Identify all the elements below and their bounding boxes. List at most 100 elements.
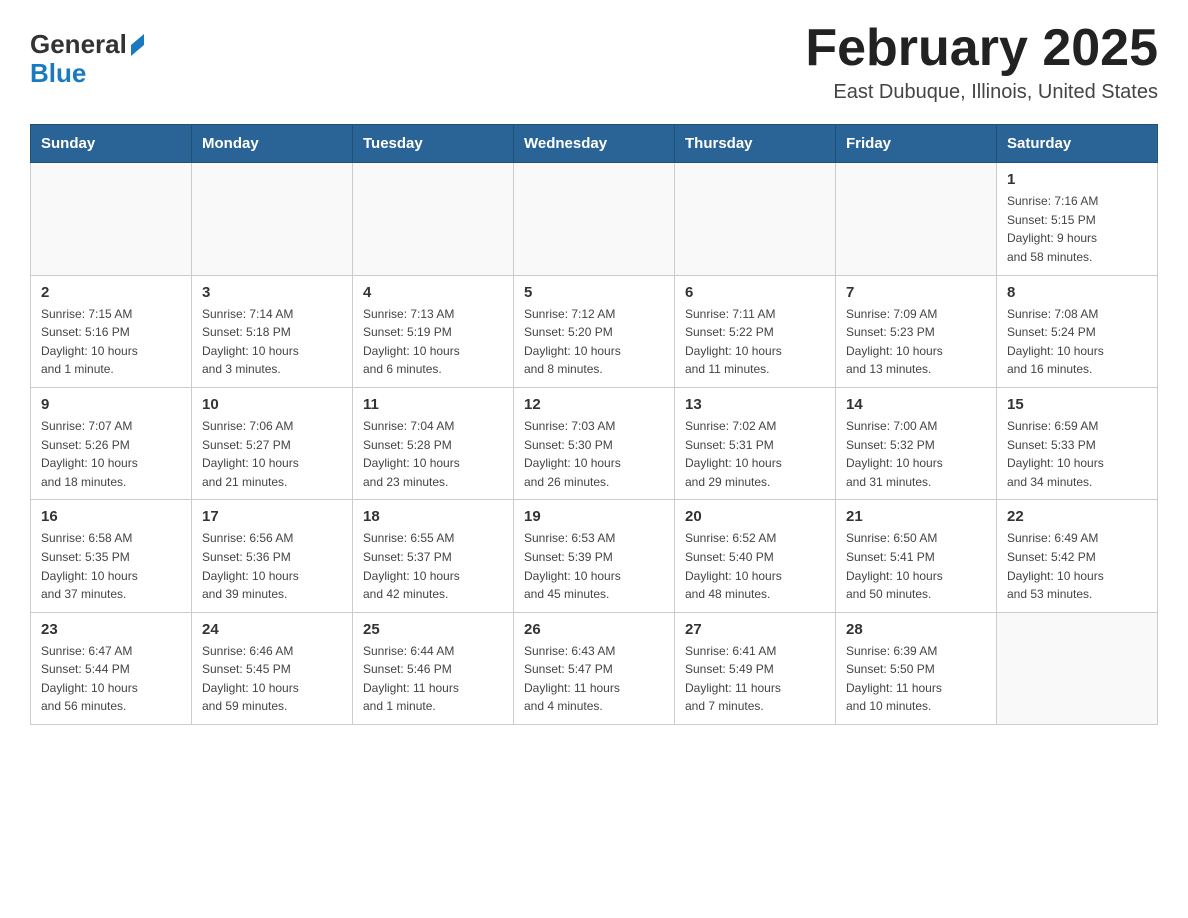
week-row-5: 23 Sunrise: 6:47 AM Sunset: 5:44 PM Dayli… <box>31 612 1158 724</box>
day-info: Sunrise: 6:44 AM Sunset: 5:46 PM Dayligh… <box>363 642 503 716</box>
day-number: 21 <box>846 508 986 525</box>
day-info: Sunrise: 7:07 AM Sunset: 5:26 PM Dayligh… <box>41 417 181 491</box>
logo-text-general: General <box>30 30 127 59</box>
table-row: 7 Sunrise: 7:09 AM Sunset: 5:23 PM Daylig… <box>836 275 997 387</box>
calendar-table: Sunday Monday Tuesday Wednesday Thursday… <box>30 124 1158 725</box>
month-title: February 2025 <box>805 20 1158 77</box>
day-number: 28 <box>846 621 986 638</box>
day-info: Sunrise: 6:46 AM Sunset: 5:45 PM Dayligh… <box>202 642 342 716</box>
table-row: 13 Sunrise: 7:02 AM Sunset: 5:31 PM Dayli… <box>675 387 836 499</box>
day-number: 13 <box>685 396 825 413</box>
day-number: 14 <box>846 396 986 413</box>
day-info: Sunrise: 6:52 AM Sunset: 5:40 PM Dayligh… <box>685 529 825 603</box>
day-info: Sunrise: 7:06 AM Sunset: 5:27 PM Dayligh… <box>202 417 342 491</box>
day-info: Sunrise: 6:47 AM Sunset: 5:44 PM Dayligh… <box>41 642 181 716</box>
day-number: 8 <box>1007 284 1147 301</box>
day-info: Sunrise: 6:49 AM Sunset: 5:42 PM Dayligh… <box>1007 529 1147 603</box>
day-info: Sunrise: 6:41 AM Sunset: 5:49 PM Dayligh… <box>685 642 825 716</box>
day-info: Sunrise: 6:58 AM Sunset: 5:35 PM Dayligh… <box>41 529 181 603</box>
day-number: 17 <box>202 508 342 525</box>
table-row: 14Sunrise: 7:00 AM Sunset: 5:32 PM Dayli… <box>836 387 997 499</box>
table-row: 12 Sunrise: 7:03 AM Sunset: 5:30 PM Dayli… <box>514 387 675 499</box>
table-row: 18Sunrise: 6:55 AM Sunset: 5:37 PM Dayli… <box>353 500 514 612</box>
day-number: 26 <box>524 621 664 638</box>
table-row: 9 Sunrise: 7:07 AM Sunset: 5:26 PM Daylig… <box>31 387 192 499</box>
week-row-4: 16 Sunrise: 6:58 AM Sunset: 5:35 PM Dayli… <box>31 500 1158 612</box>
header-wednesday: Wednesday <box>514 125 675 163</box>
weekday-header-row: Sunday Monday Tuesday Wednesday Thursday… <box>31 125 1158 163</box>
table-row: 5 Sunrise: 7:12 AM Sunset: 5:20 PM Daylig… <box>514 275 675 387</box>
week-row-2: 2 Sunrise: 7:15 AM Sunset: 5:16 PM Daylig… <box>31 275 1158 387</box>
table-row: 17Sunrise: 6:56 AM Sunset: 5:36 PM Dayli… <box>192 500 353 612</box>
header-monday: Monday <box>192 125 353 163</box>
table-row: 1Sunrise: 7:16 AM Sunset: 5:15 PM Daylig… <box>997 163 1158 275</box>
table-row: 24 Sunrise: 6:46 AM Sunset: 5:45 PM Dayli… <box>192 612 353 724</box>
day-number: 4 <box>363 284 503 301</box>
day-info: Sunrise: 7:09 AM Sunset: 5:23 PM Dayligh… <box>846 305 986 379</box>
table-row <box>675 163 836 275</box>
day-number: 10 <box>202 396 342 413</box>
day-info: Sunrise: 7:12 AM Sunset: 5:20 PM Dayligh… <box>524 305 664 379</box>
table-row: 10 Sunrise: 7:06 AM Sunset: 5:27 PM Dayli… <box>192 387 353 499</box>
header-saturday: Saturday <box>997 125 1158 163</box>
day-info: Sunrise: 7:15 AM Sunset: 5:16 PM Dayligh… <box>41 305 181 379</box>
header-thursday: Thursday <box>675 125 836 163</box>
table-row: 16 Sunrise: 6:58 AM Sunset: 5:35 PM Dayli… <box>31 500 192 612</box>
day-number: 11 <box>363 396 503 413</box>
table-row <box>353 163 514 275</box>
day-number: 6 <box>685 284 825 301</box>
table-row: 25 Sunrise: 6:44 AM Sunset: 5:46 PM Dayli… <box>353 612 514 724</box>
day-number: 7 <box>846 284 986 301</box>
day-number: 5 <box>524 284 664 301</box>
header-sunday: Sunday <box>31 125 192 163</box>
week-row-1: 1Sunrise: 7:16 AM Sunset: 5:15 PM Daylig… <box>31 163 1158 275</box>
day-info: Sunrise: 6:43 AM Sunset: 5:47 PM Dayligh… <box>524 642 664 716</box>
table-row <box>997 612 1158 724</box>
day-number: 12 <box>524 396 664 413</box>
table-row: 2 Sunrise: 7:15 AM Sunset: 5:16 PM Daylig… <box>31 275 192 387</box>
day-info: Sunrise: 7:14 AM Sunset: 5:18 PM Dayligh… <box>202 305 342 379</box>
location-subtitle: East Dubuque, Illinois, United States <box>805 81 1158 104</box>
day-info: Sunrise: 7:16 AM Sunset: 5:15 PM Dayligh… <box>1007 192 1147 266</box>
table-row: 22Sunrise: 6:49 AM Sunset: 5:42 PM Dayli… <box>997 500 1158 612</box>
day-number: 24 <box>202 621 342 638</box>
day-number: 25 <box>363 621 503 638</box>
table-row: 11 Sunrise: 7:04 AM Sunset: 5:28 PM Dayli… <box>353 387 514 499</box>
day-number: 9 <box>41 396 181 413</box>
day-number: 3 <box>202 284 342 301</box>
day-number: 23 <box>41 621 181 638</box>
table-row <box>836 163 997 275</box>
day-info: Sunrise: 7:03 AM Sunset: 5:30 PM Dayligh… <box>524 417 664 491</box>
table-row: 4 Sunrise: 7:13 AM Sunset: 5:19 PM Daylig… <box>353 275 514 387</box>
page-header: General Blue February 2025 East Dubuque,… <box>30 20 1158 104</box>
day-info: Sunrise: 6:59 AM Sunset: 5:33 PM Dayligh… <box>1007 417 1147 491</box>
table-row <box>192 163 353 275</box>
table-row: 26 Sunrise: 6:43 AM Sunset: 5:47 PM Dayli… <box>514 612 675 724</box>
day-number: 27 <box>685 621 825 638</box>
header-friday: Friday <box>836 125 997 163</box>
table-row: 19Sunrise: 6:53 AM Sunset: 5:39 PM Dayli… <box>514 500 675 612</box>
table-row: 8Sunrise: 7:08 AM Sunset: 5:24 PM Daylig… <box>997 275 1158 387</box>
day-info: Sunrise: 6:55 AM Sunset: 5:37 PM Dayligh… <box>363 529 503 603</box>
day-info: Sunrise: 7:11 AM Sunset: 5:22 PM Dayligh… <box>685 305 825 379</box>
table-row: 6 Sunrise: 7:11 AM Sunset: 5:22 PM Daylig… <box>675 275 836 387</box>
table-row <box>514 163 675 275</box>
day-number: 2 <box>41 284 181 301</box>
table-row <box>31 163 192 275</box>
table-row: 3 Sunrise: 7:14 AM Sunset: 5:18 PM Daylig… <box>192 275 353 387</box>
day-info: Sunrise: 7:02 AM Sunset: 5:31 PM Dayligh… <box>685 417 825 491</box>
day-number: 20 <box>685 508 825 525</box>
table-row: 20 Sunrise: 6:52 AM Sunset: 5:40 PM Dayli… <box>675 500 836 612</box>
table-row: 23 Sunrise: 6:47 AM Sunset: 5:44 PM Dayli… <box>31 612 192 724</box>
day-number: 15 <box>1007 396 1147 413</box>
logo-text-blue: Blue <box>30 58 86 88</box>
title-section: February 2025 East Dubuque, Illinois, Un… <box>805 20 1158 104</box>
day-info: Sunrise: 7:04 AM Sunset: 5:28 PM Dayligh… <box>363 417 503 491</box>
day-info: Sunrise: 7:13 AM Sunset: 5:19 PM Dayligh… <box>363 305 503 379</box>
day-number: 16 <box>41 508 181 525</box>
logo: General Blue <box>30 30 144 87</box>
day-info: Sunrise: 6:53 AM Sunset: 5:39 PM Dayligh… <box>524 529 664 603</box>
header-tuesday: Tuesday <box>353 125 514 163</box>
day-info: Sunrise: 6:50 AM Sunset: 5:41 PM Dayligh… <box>846 529 986 603</box>
table-row: 21 Sunrise: 6:50 AM Sunset: 5:41 PM Dayli… <box>836 500 997 612</box>
